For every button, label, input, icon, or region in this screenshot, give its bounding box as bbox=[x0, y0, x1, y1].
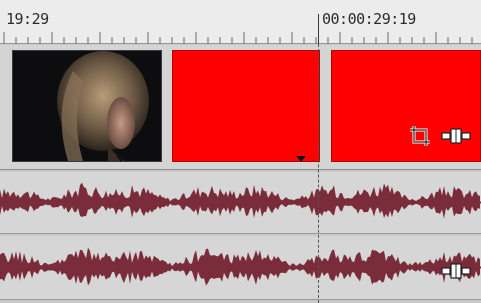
ruler-time-left: 19:29 bbox=[6, 10, 49, 28]
event-fade-marker[interactable] bbox=[116, 156, 126, 162]
timeline-ruler[interactable]: 19:29 00:00:29:19 bbox=[0, 0, 481, 44]
audio-track-1[interactable] bbox=[0, 172, 481, 234]
video-event-thumbnail[interactable] bbox=[12, 50, 162, 162]
ruler-major-tick bbox=[318, 14, 319, 44]
pan-crop-event-icon[interactable] bbox=[441, 261, 471, 281]
event-fade-marker[interactable] bbox=[296, 156, 306, 162]
pan-crop-event-icon[interactable] bbox=[441, 126, 471, 146]
video-thumbnail-image bbox=[13, 51, 161, 161]
video-event-red-1[interactable] bbox=[172, 50, 320, 162]
ruler-time-right: 00:00:29:19 bbox=[322, 10, 416, 28]
crop-icon[interactable] bbox=[409, 125, 431, 146]
audio-waveform-2 bbox=[0, 247, 481, 286]
playhead-cursor[interactable] bbox=[318, 44, 320, 303]
video-track[interactable] bbox=[0, 45, 481, 170]
audio-waveform-1 bbox=[0, 182, 481, 219]
audio-track-2[interactable] bbox=[0, 236, 481, 300]
